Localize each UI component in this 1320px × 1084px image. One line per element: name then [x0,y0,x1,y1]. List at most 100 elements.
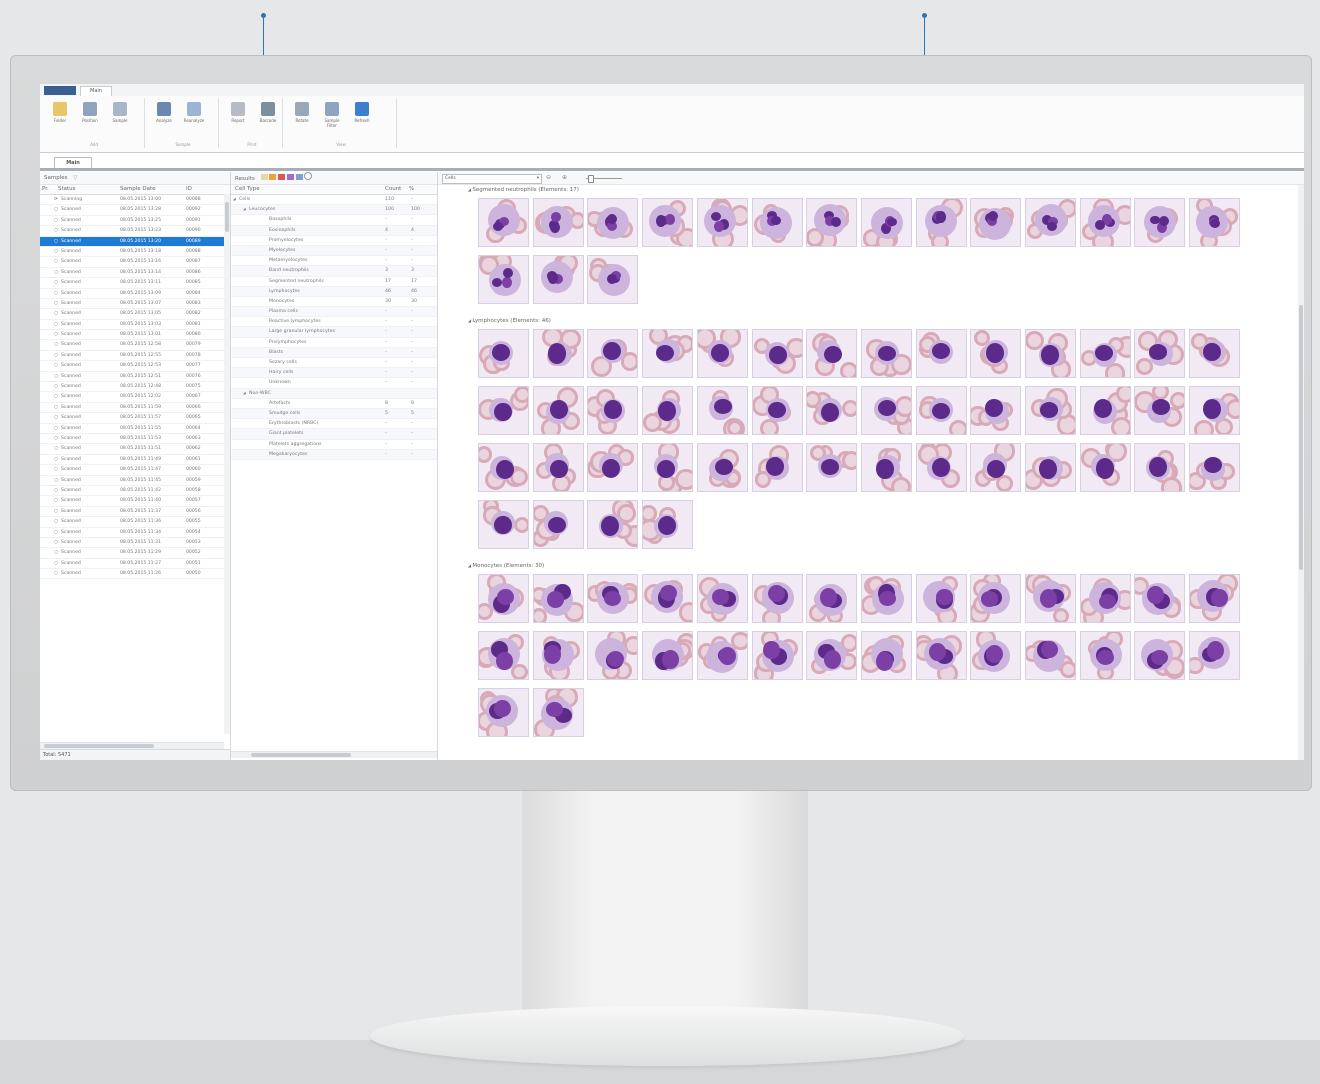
cell-thumbnail[interactable] [696,386,748,435]
result-row[interactable]: Smudge cells 5 5 [231,408,437,420]
cell-thumbnail[interactable] [915,443,967,492]
cell-thumbnail[interactable] [1189,631,1241,680]
cell-thumbnail[interactable] [970,443,1022,492]
zoom-slider-handle[interactable] [588,175,594,183]
sample-row[interactable]: ○ Scanned 08.05.2015 13:16 00087 [40,257,230,268]
sample-row[interactable]: ⟳ Scanning 08.05.2015 13:00 00088 [40,195,230,206]
cell-thumbnail[interactable] [970,631,1022,680]
cell-thumbnail[interactable] [1189,574,1241,623]
cell-thumbnail[interactable] [532,443,584,492]
sample-row[interactable]: ○ Scanned 08.05.2015 12:53 00077 [40,361,230,372]
cell-thumbnail[interactable] [970,574,1022,623]
cell-thumbnail[interactable] [587,255,639,304]
cell-thumbnail[interactable] [860,198,912,247]
cell-thumbnail[interactable] [1079,329,1131,378]
cell-section-header[interactable]: ◢ Monocytes (Elements: 30) [468,563,544,569]
sample-row[interactable]: ○ Scanned 08.05.2015 13:23 00090 [40,226,230,237]
cell-thumbnail[interactable] [478,688,529,737]
cell-thumbnail[interactable] [1079,443,1131,492]
sample-row[interactable]: ○ Scanned 08.05.2015 11:27 00051 [40,559,230,570]
samples-vscroll-thumb[interactable] [225,202,229,232]
sample-row[interactable]: ○ Scanned 08.05.2015 13:03 00081 [40,320,230,331]
sample-row[interactable]: ○ Scanned 08.05.2015 11:34 00054 [40,528,230,538]
result-row[interactable]: Blasts - - [231,347,437,358]
cell-thumbnail[interactable] [696,329,748,378]
cell-thumbnail[interactable] [478,198,529,247]
sample-row[interactable]: ○ Scanned 08.05.2015 13:09 00084 [40,289,230,299]
view-grid-icon[interactable] [295,174,303,180]
result-row[interactable]: ◢ Non-WBC [231,388,437,399]
reanalyze-button[interactable]: Reanalyze [182,102,206,123]
col-count[interactable]: Count [385,185,401,194]
result-row[interactable]: Giant platelets - - [231,429,437,440]
sample-row[interactable]: ○ Scanned 08.05.2015 12:51 00076 [40,372,230,383]
expand-triangle-icon[interactable]: ◢ [243,205,246,214]
result-row[interactable]: ◢ Leucocytes 100 100 [231,205,437,216]
cell-thumbnail[interactable] [587,631,639,680]
cell-thumbnail[interactable] [915,386,967,435]
sample-row[interactable]: ○ Scanned 08.05.2015 13:20 00089 [40,236,230,247]
cell-thumbnail[interactable] [696,631,748,680]
cell-thumbnail[interactable] [915,329,967,378]
cell-thumbnail[interactable] [532,198,584,247]
sample-row[interactable]: ○ Scanned 08.05.2015 13:25 00091 [40,216,230,227]
result-row[interactable]: Eosinophils 4 4 [231,225,437,236]
cell-section-header[interactable]: ◢ Segmented neutrophils (Elements: 17) [468,187,579,193]
result-row[interactable]: Hairy cells - - [231,368,437,379]
cell-thumbnail[interactable] [642,443,694,492]
cell-thumbnail[interactable] [1134,198,1186,247]
result-row[interactable]: Plasma cells - - [231,307,437,318]
cell-thumbnail[interactable] [642,329,694,378]
cell-thumbnail[interactable] [532,329,584,378]
col-priority[interactable]: Pr. [42,185,49,194]
sample-row[interactable]: ○ Scanned 08.05.2015 11:40 00057 [40,496,230,507]
cell-thumbnail[interactable] [860,631,912,680]
cell-thumbnail[interactable] [642,574,694,623]
cell-thumbnail[interactable] [587,500,639,549]
sample-row[interactable]: ○ Scanned 08.05.2015 11:51 00062 [40,444,230,455]
position-button[interactable]: Position [78,102,102,123]
results-hscroll-thumb[interactable] [251,753,351,757]
cell-thumbnail[interactable] [1025,386,1076,435]
sample-row[interactable]: ○ Scanned 08.05.2015 12:55 00078 [40,351,230,362]
result-row[interactable]: Basophils - - [231,215,437,226]
cell-thumbnail[interactable] [1025,574,1076,623]
sample-row[interactable]: ○ Scanned 08.05.2015 12:02 00067 [40,392,230,403]
cell-thumbnail[interactable] [1025,198,1076,247]
cell-thumbnail[interactable] [642,631,694,680]
sample-row[interactable]: ○ Scanned 08.05.2015 12:58 00079 [40,340,230,351]
cell-thumbnail[interactable] [478,443,529,492]
cells-vscroll[interactable] [1298,185,1304,760]
settings-icon[interactable] [304,172,313,180]
cell-thumbnail[interactable] [478,631,529,680]
cell-thumbnail[interactable] [1189,386,1241,435]
cell-filter-select[interactable]: Cells ▾ [442,174,542,184]
sample-row[interactable]: ○ Scanned 08.05.2015 11:53 00063 [40,434,230,445]
cell-thumbnail[interactable] [915,631,967,680]
result-row[interactable]: Large granular lymphocytes - - [231,327,437,338]
cell-thumbnail[interactable] [1025,329,1076,378]
results-hscroll[interactable] [231,751,437,758]
sample-filter-button[interactable]: Sample Filter [320,102,344,128]
zoom-out-icon[interactable]: ⊖ [546,174,551,181]
cell-thumbnail[interactable] [478,386,529,435]
file-menu-tab[interactable] [44,86,76,95]
sample-row[interactable]: ○ Scanned 08.05.2015 11:47 00060 [40,465,230,476]
result-row[interactable]: Unknown - - [231,378,437,389]
cell-thumbnail[interactable] [1134,631,1186,680]
cell-thumbnail[interactable] [806,631,858,680]
sample-row[interactable]: ○ Scanned 08.05.2015 13:18 00088 [40,247,230,258]
result-row[interactable]: Monocytes 30 30 [231,297,437,308]
cell-thumbnail[interactable] [751,574,803,623]
cell-thumbnail[interactable] [587,386,639,435]
folder-button[interactable]: Folder [48,102,72,123]
sample-row[interactable]: ○ Scanned 08.05.2015 11:42 00058 [40,486,230,497]
cell-thumbnail[interactable] [642,500,694,549]
sample-button[interactable]: Sample [108,102,132,123]
result-row[interactable]: Erythroblasts (NRBC) - - [231,419,437,430]
sample-row[interactable]: ○ Scanned 08.05.2015 13:05 00082 [40,309,230,320]
result-row[interactable]: Megakaryocytes - - [231,449,437,460]
sample-row[interactable]: ○ Scanned 08.05.2015 13:07 00083 [40,299,230,310]
col-percent[interactable]: % [409,185,414,194]
sample-row[interactable]: ○ Scanned 08.05.2015 11:49 00061 [40,455,230,466]
